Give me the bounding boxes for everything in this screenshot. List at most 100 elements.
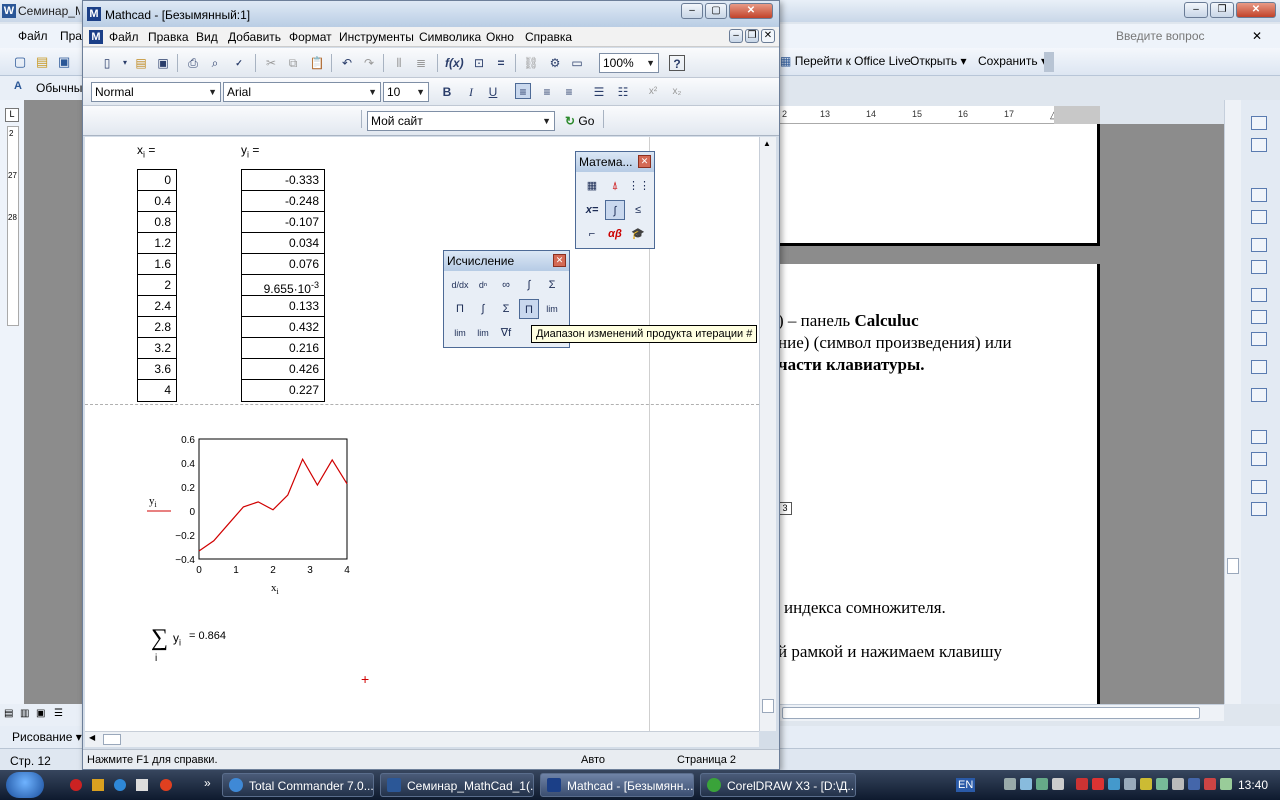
start-button[interactable] — [6, 772, 44, 798]
flag-icon[interactable] — [1204, 778, 1216, 790]
new-doc-icon[interactable]: ▢ — [14, 54, 26, 70]
word-menu-file[interactable]: Файл — [18, 29, 48, 43]
derivative-icon[interactable]: d/dx — [450, 275, 470, 295]
boolean-icon[interactable]: ≤ — [628, 200, 648, 220]
math-palette-close-button[interactable]: ✕ — [638, 155, 651, 168]
tray-icon[interactable] — [1076, 778, 1088, 790]
menu-tools[interactable]: Инструменты — [339, 30, 414, 44]
mathcad-vertical-scrollbar[interactable]: ▲ — [759, 137, 776, 731]
zoom-select[interactable]: 100% ▼ — [599, 53, 659, 73]
y-vector-table[interactable]: -0.333 -0.248 -0.107 0.034 0.076 9.655·1… — [241, 169, 325, 402]
save-icon[interactable]: ▣ — [58, 54, 70, 70]
word-scroll-thumb[interactable] — [1227, 558, 1239, 574]
sidebar-icon[interactable] — [1251, 502, 1267, 516]
view-print-icon[interactable]: ▣ — [36, 708, 45, 719]
align-down-icon[interactable]: ≣ — [413, 55, 429, 71]
product-icon[interactable]: Π — [450, 299, 470, 319]
mc-close-button[interactable]: ✕ — [729, 3, 773, 19]
align-across-icon[interactable]: ⫴ — [391, 55, 407, 71]
spellcheck-icon[interactable]: ✓ — [231, 55, 247, 71]
doc-close-button[interactable]: ✕ — [761, 29, 775, 43]
sidebar-icon[interactable] — [1251, 452, 1267, 466]
view-normal-icon[interactable]: ▤ — [4, 708, 13, 719]
go-button[interactable]: ↻ Go — [565, 114, 594, 128]
sidebar-icon[interactable] — [1251, 430, 1267, 444]
sidebar-icon[interactable] — [1251, 332, 1267, 346]
graph-icon[interactable]: ⍋ — [605, 176, 625, 196]
quicklaunch-opera-icon[interactable] — [70, 779, 82, 791]
volume-icon[interactable] — [1172, 778, 1184, 790]
new-dropdown-icon[interactable]: ▾ — [117, 55, 133, 71]
greek-icon[interactable]: αβ — [605, 224, 625, 244]
word-vertical-scrollbar[interactable] — [1224, 100, 1241, 704]
quicklaunch-desktop-icon[interactable] — [136, 779, 148, 791]
font-size-select[interactable]: 10 ▼ — [383, 82, 429, 102]
range-product-icon[interactable]: Π — [519, 299, 539, 319]
calculus-icon[interactable]: ∫ — [605, 200, 625, 220]
quicklaunch-more-icon[interactable]: » — [204, 776, 211, 790]
italic-button[interactable]: I — [463, 84, 479, 100]
word-menu-edit[interactable]: Пра — [60, 29, 82, 43]
tray-icon[interactable] — [1124, 778, 1136, 790]
open-button[interactable]: Открыть ▾ — [910, 54, 967, 68]
cut-icon[interactable]: ✂ — [263, 55, 279, 71]
language-indicator[interactable]: EN — [956, 778, 976, 792]
word-ask-input[interactable]: Введите вопрос — [1116, 29, 1205, 43]
mc-scroll-thumb[interactable] — [762, 699, 774, 713]
evaluation-icon[interactable]: x= — [582, 200, 602, 220]
quicklaunch-media-icon[interactable] — [92, 779, 104, 791]
network-icon[interactable] — [1188, 778, 1200, 790]
doc-restore-button[interactable]: ❐ — [745, 29, 759, 43]
menu-format[interactable]: Формат — [289, 30, 332, 44]
undo-icon[interactable]: ↶ — [339, 55, 355, 71]
sidebar-icon[interactable] — [1251, 260, 1267, 274]
word-restore-button[interactable]: ❐ — [1210, 2, 1234, 18]
mathcad-horizontal-scrollbar[interactable]: ◀ — [85, 731, 759, 747]
calculate-icon[interactable]: = — [493, 55, 509, 71]
sidebar-icon[interactable] — [1251, 360, 1267, 374]
numbered-list-button[interactable]: ☷ — [615, 84, 631, 100]
sidebar-icon[interactable] — [1251, 310, 1267, 324]
taskbar-item-coreldraw[interactable]: CorelDRAW X3 - [D:\Д... — [700, 773, 856, 797]
word-minimize-button[interactable]: – — [1184, 2, 1208, 18]
sidebar-icon[interactable] — [1251, 288, 1267, 302]
save-button[interactable]: Сохранить ▾ — [978, 54, 1047, 68]
tab-selector[interactable]: L — [5, 108, 19, 122]
programming-icon[interactable]: ⌐ — [582, 224, 602, 244]
help-icon[interactable]: ? — [669, 55, 685, 71]
paste-icon[interactable]: 📋 — [309, 55, 325, 71]
align-left-button[interactable]: ≡ — [515, 83, 531, 99]
scroll-up-icon[interactable]: ▲ — [763, 139, 771, 148]
left-limit-icon[interactable]: lim — [473, 323, 493, 343]
sidebar-icon[interactable] — [1251, 388, 1267, 402]
taskbar-item-mathcad[interactable]: Mathcad - [Безымянн... — [540, 773, 694, 797]
open-folder-icon[interactable]: ▤ — [36, 54, 48, 70]
styles-icon[interactable]: A — [14, 80, 22, 92]
office-live-button[interactable]: ▦ Перейти к Office Live — [780, 54, 911, 68]
copy-icon[interactable]: ⧉ — [285, 55, 301, 71]
word-hscroll-thumb[interactable] — [782, 707, 1200, 719]
summation-icon[interactable]: Σ — [542, 275, 562, 295]
x-vector-table[interactable]: 0 0.4 0.8 1.2 1.6 2 2.4 2.8 3.2 3.6 4 — [137, 169, 177, 402]
menu-edit[interactable]: Правка — [148, 30, 189, 44]
indefinite-integral-icon[interactable]: ∫ — [473, 299, 493, 319]
mc-maximize-button[interactable]: ▢ — [705, 3, 727, 19]
menu-file[interactable]: Файл — [109, 30, 139, 44]
symbolic-icon[interactable]: 🎓 — [628, 224, 648, 244]
print-icon[interactable]: ⎙ — [185, 55, 201, 71]
nth-derivative-icon[interactable]: dⁿ — [473, 275, 493, 295]
limit-icon[interactable]: lim — [542, 299, 562, 319]
style-select[interactable]: Normal ▼ — [91, 82, 221, 102]
menu-help[interactable]: Справка — [525, 30, 572, 44]
tray-icon[interactable] — [1220, 778, 1232, 790]
mathcad-worksheet[interactable]: xi = yi = 0 0.4 0.8 1.2 1.6 2 2.4 2.8 3.… — [85, 137, 759, 731]
tray-icon[interactable] — [1052, 778, 1064, 790]
new-icon[interactable]: ▯ — [99, 55, 115, 71]
sidebar-icon[interactable] — [1251, 138, 1267, 152]
sidebar-icon[interactable] — [1251, 480, 1267, 494]
superscript-button[interactable]: x² — [645, 84, 661, 100]
range-sum-icon[interactable]: Σ — [496, 299, 516, 319]
print-preview-icon[interactable]: ⌕ — [207, 55, 223, 71]
sidebar-icon[interactable] — [1251, 188, 1267, 202]
component-icon[interactable]: ⛓ — [523, 55, 539, 71]
